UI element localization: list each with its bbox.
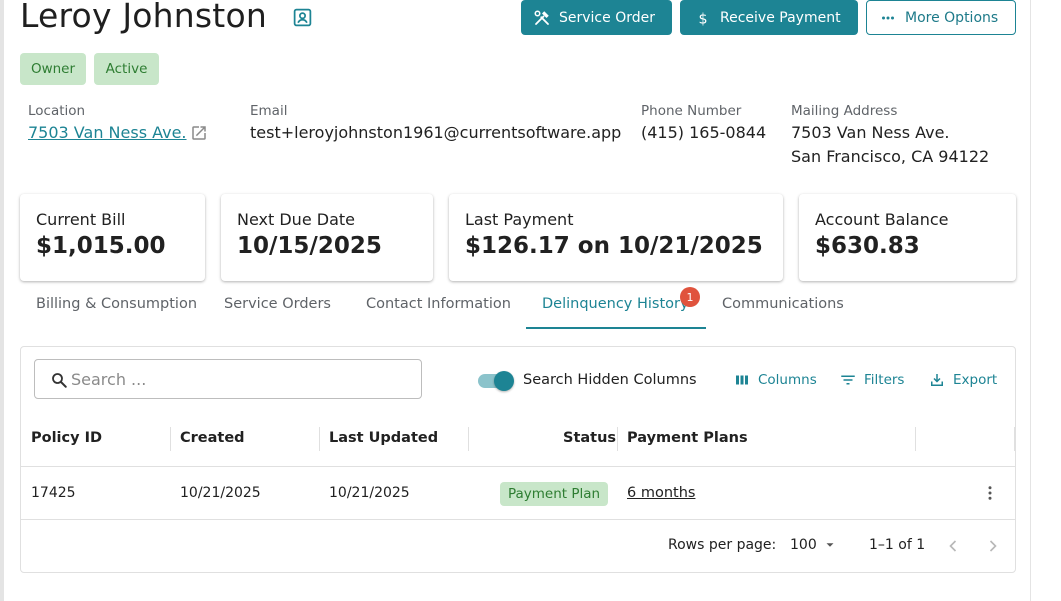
search-input[interactable] [71,368,411,390]
header-policy-id[interactable]: Policy ID [31,430,102,446]
left-panel-edge [0,0,4,601]
more-vert-icon[interactable] [981,484,999,502]
mailing-label: Mailing Address [791,103,898,119]
tab-notification-badge: 1 [680,287,700,307]
header-divider [21,466,1015,467]
search-icon [52,373,67,388]
svg-text:$: $ [699,11,708,27]
phone-label: Phone Number [641,103,742,119]
export-button[interactable]: Export [928,371,997,389]
payment-plan-link[interactable]: 6 months [627,485,695,501]
filters-label: Filters [864,372,905,388]
filter-icon [841,375,855,385]
current-bill-card: Current Bill $1,015.00 [20,194,205,281]
header-created[interactable]: Created [180,430,245,446]
right-panel-edge [1030,0,1031,601]
active-tab-indicator [526,327,706,329]
columns-button[interactable]: Columns [733,371,817,389]
column-separator[interactable] [915,427,916,451]
export-icon [931,374,943,386]
header-status[interactable]: Status [563,430,616,446]
cell-created: 10/21/2025 [180,485,261,501]
next-due-value: 10/15/2025 [237,233,382,259]
column-separator[interactable] [617,427,618,451]
toggle-thumb[interactable] [494,371,514,391]
search-box[interactable] [34,359,422,399]
header-payment-plans[interactable]: Payment Plans [627,430,748,446]
chevron-down-icon [826,543,834,547]
location-label: Location [28,103,86,119]
account-balance-value: $630.83 [815,233,920,259]
mailing-line2: San Francisco, CA 94122 [791,147,990,166]
delinquency-grid: Search Hidden Columns Columns Filters Ex… [20,346,1016,573]
cell-last-updated: 10/21/2025 [329,485,410,501]
status-tag: Active [94,53,159,85]
tools-icon [534,10,549,25]
tab-communications[interactable]: Communications [722,296,844,312]
open-external-icon[interactable] [190,124,208,142]
current-bill-label: Current Bill [36,210,126,229]
export-label: Export [953,372,998,388]
next-due-label: Next Due Date [237,210,355,229]
email-label: Email [250,103,288,119]
status-badge: Payment Plan [500,482,608,506]
chevron-right-icon[interactable] [983,536,1003,556]
more-options-label: More Options [905,9,999,26]
next-due-card: Next Due Date 10/15/2025 [221,194,433,281]
column-separator[interactable] [468,427,469,451]
account-balance-label: Account Balance [815,210,949,229]
dollar-icon: $ [699,11,708,27]
receive-payment-button[interactable]: $ Receive Payment [680,0,858,35]
location-link[interactable]: 7503 Van Ness Ave. [28,121,187,145]
contact-card-icon[interactable] [292,7,313,28]
tab-billing-consumption[interactable]: Billing & Consumption [36,296,197,312]
row-divider [21,519,1015,520]
owner-tag: Owner [20,53,86,85]
last-payment-value: $126.17 on 10/21/2025 [465,233,763,259]
toggle-label: Search Hidden Columns [523,372,697,388]
rows-per-page-select[interactable]: 100 [790,537,837,553]
column-separator[interactable] [170,427,171,451]
service-order-button[interactable]: Service Order [521,0,672,35]
rows-per-page-value: 100 [790,537,817,553]
account-balance-card: Account Balance $630.83 [799,194,1016,281]
more-horiz-icon [882,16,894,19]
service-order-label: Service Order [559,9,655,26]
pagination-range: 1–1 of 1 [869,537,926,553]
filters-button[interactable]: Filters [839,371,904,389]
rows-per-page-label: Rows per page: [668,537,777,553]
cell-policy-id: 17425 [31,485,76,501]
receive-payment-label: Receive Payment [720,9,841,26]
last-payment-card: Last Payment $126.17 on 10/21/2025 [449,194,783,281]
chevron-left-icon[interactable] [943,536,963,556]
more-options-button[interactable]: More Options [866,0,1016,35]
tab-service-orders[interactable]: Service Orders [224,296,331,312]
header-last-updated[interactable]: Last Updated [329,430,438,446]
current-bill-value: $1,015.00 [36,233,166,259]
customer-name: Leroy Johnston [20,0,267,35]
phone-value: (415) 165-0844 [641,123,767,142]
columns-icon [736,375,748,385]
tab-contact-information[interactable]: Contact Information [366,296,511,312]
email-value: test+leroyjohnston1961@currentsoftware.a… [250,123,622,142]
last-payment-label: Last Payment [465,210,574,229]
column-separator [1014,427,1015,451]
tab-delinquency-history[interactable]: Delinquency History [542,296,689,312]
column-separator[interactable] [319,427,320,451]
columns-label: Columns [758,372,817,388]
mailing-line1: 7503 Van Ness Ave. [791,123,950,142]
